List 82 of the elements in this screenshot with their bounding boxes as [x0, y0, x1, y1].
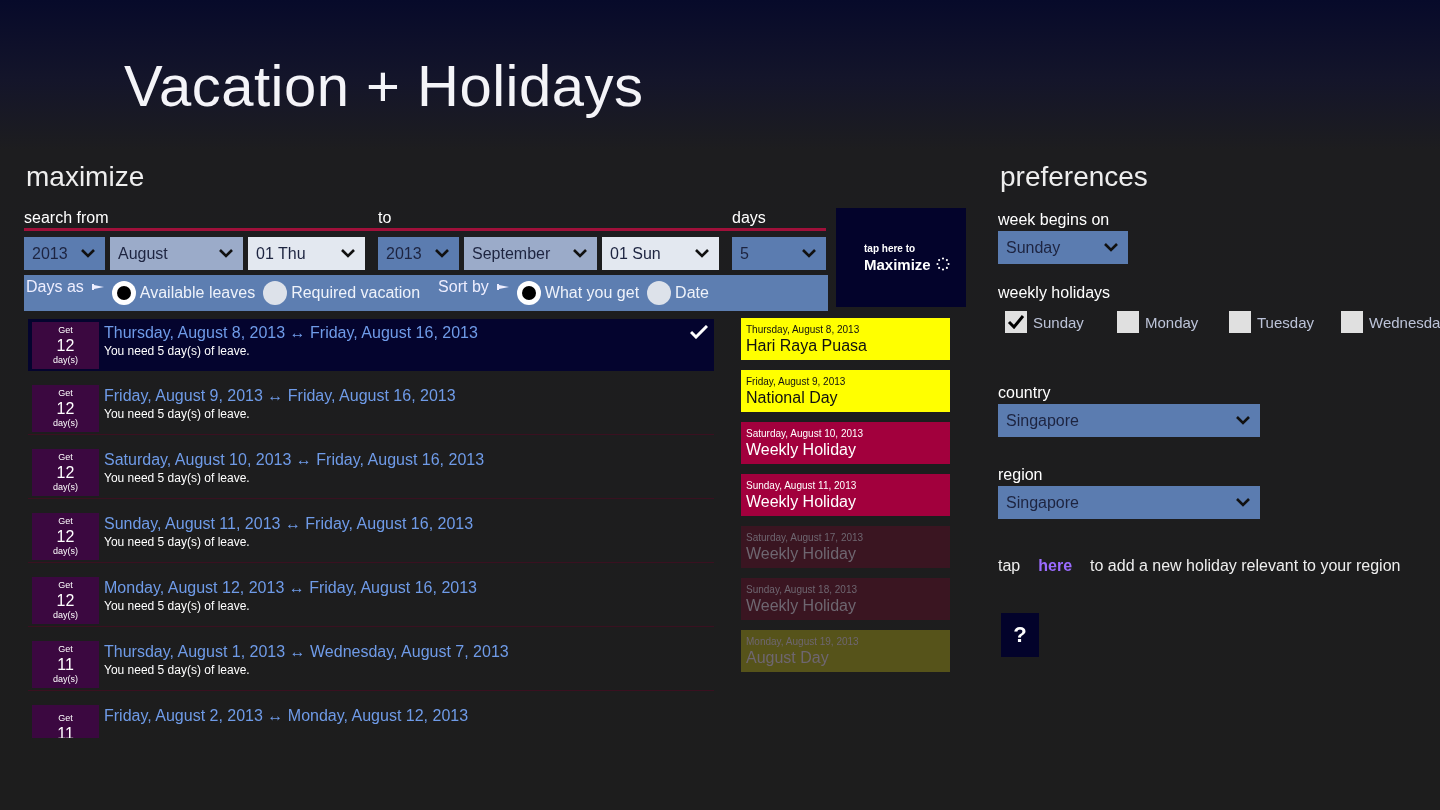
leave-needed: You need 5 day(s) of leave.	[104, 343, 251, 360]
days-badge: Get 12 day(s)	[32, 384, 99, 432]
leave-needed: You need 5 day(s) of leave.	[104, 470, 251, 487]
days-badge: Get 12 day(s)	[32, 448, 99, 496]
field-label: week begins on	[998, 210, 1111, 230]
radio-option[interactable]: What you get	[516, 281, 640, 305]
chevron-down-icon	[695, 249, 709, 258]
maximize-button[interactable]: tap here to Maximize	[836, 208, 966, 307]
spinner-icon	[935, 257, 950, 271]
field-label: region	[998, 465, 1044, 485]
date-range: Thursday, August 1, 2013 ↔ Wednesday, August 7, 2013	[104, 642, 509, 662]
leave-needed: You need 5 day(s) of leave.	[104, 598, 251, 615]
result-row[interactable]: Get 12 day(s) Sunday, August 11, 2013 ↔ Friday, August 16, 2013 You need 5 day(s) of leave.	[28, 510, 714, 563]
dropdown[interactable]: 01 Thu	[248, 237, 365, 270]
chevron-down-icon	[435, 249, 449, 258]
result-row[interactable]: Get 12 day(s) Thursday, August 8, 2013 ↔ Friday, August 16, 2013 You need 5 day(s) of leave.	[28, 319, 714, 371]
option-label: Days as	[26, 278, 84, 296]
field-label: weekly holidays	[998, 283, 1112, 303]
section-heading: maximize	[26, 160, 146, 194]
dropdown[interactable]: 2013	[24, 237, 105, 270]
radio-option[interactable]: Required vacation	[263, 281, 421, 305]
flag-icon	[91, 284, 104, 290]
holiday-card: Sunday, August 18, 2013 Weekly Holiday	[741, 578, 950, 620]
radio-option[interactable]: Date	[647, 281, 709, 305]
date-range: Friday, August 2, 2013 ↔ Monday, August 12, 2013	[104, 706, 469, 726]
dropdown[interactable]: Singapore	[998, 404, 1260, 437]
section-heading: preferences	[1000, 160, 1149, 194]
holiday-card: Monday, August 19, 2013 August Day	[741, 630, 950, 672]
field-label: country	[998, 383, 1052, 403]
leave-needed: You need 5 day(s) of leave.	[104, 534, 251, 551]
days-badge: Get 12 day(s)	[32, 512, 99, 560]
days-badge: Get 12 day(s)	[32, 321, 99, 369]
flag-icon	[496, 284, 509, 290]
leave-needed: You need 5 day(s) of leave.	[104, 662, 251, 679]
date-range: Monday, August 12, 2013 ↔ Friday, August 16, 2013	[104, 578, 477, 598]
chevron-down-icon	[1236, 498, 1250, 507]
check-icon	[690, 325, 708, 339]
tip-text: tap	[998, 557, 1021, 575]
holiday-card: Saturday, August 17, 2013 Weekly Holiday	[741, 526, 950, 568]
option-label: Sort by	[438, 278, 489, 296]
day-checkbox[interactable]: Sunday	[1005, 311, 1117, 333]
day-checkbox[interactable]: Wednesda	[1341, 311, 1440, 333]
help-button[interactable]: ?	[1001, 613, 1039, 657]
dropdown[interactable]: 01 Sun	[602, 237, 719, 270]
date-range: Friday, August 9, 2013 ↔ Friday, August 16, 2013	[104, 386, 456, 406]
field-label: search from	[24, 208, 110, 228]
chevron-down-icon	[1236, 416, 1250, 425]
chevron-down-icon	[573, 249, 587, 258]
dropdown[interactable]: September	[464, 237, 597, 270]
chevron-down-icon	[802, 249, 816, 258]
chevron-down-icon	[219, 249, 233, 258]
holiday-card: Sunday, August 11, 2013 Weekly Holiday	[741, 474, 950, 516]
day-checkbox[interactable]: Tuesday	[1229, 311, 1341, 333]
holiday-card: Saturday, August 10, 2013 Weekly Holiday	[741, 422, 950, 464]
chevron-down-icon	[81, 249, 95, 258]
days-badge: Get 12 day(s)	[32, 576, 99, 624]
result-row[interactable]: Get 12 day(s) Monday, August 12, 2013 ↔ Friday, August 16, 2013 You need 5 day(s) of leave.	[28, 574, 714, 627]
dropdown[interactable]: 2013	[378, 237, 459, 270]
date-range: Thursday, August 8, 2013 ↔ Friday, August 16, 2013	[104, 323, 478, 343]
tip-text: to add a new holiday relevant to your region	[1090, 557, 1401, 575]
holiday-card: Friday, August 9, 2013 National Day	[741, 370, 950, 412]
radio-option[interactable]: Available leaves	[111, 281, 256, 305]
leave-needed: You need 5 day(s) of leave.	[104, 406, 251, 423]
app-title: Vacation + Holidays	[124, 52, 645, 120]
result-row[interactable]: Get 12 day(s) Saturday, August 10, 2013 ↔ Friday, August 16, 2013 You need 5 day(s) of leave.	[28, 446, 714, 499]
check-icon	[1007, 315, 1025, 329]
chevron-down-icon	[1104, 243, 1118, 252]
result-row[interactable]: Get 11 day(s) Thursday, August 1, 2013 ↔ Wednesday, August 7, 2013 You need 5 day(s) of leave.	[28, 638, 714, 691]
dropdown[interactable]: 5	[732, 237, 826, 270]
field-label: to	[378, 208, 393, 228]
day-checkbox[interactable]: Monday	[1117, 311, 1229, 333]
dropdown[interactable]: Sunday	[998, 231, 1128, 264]
days-badge: Get 11 day(s)	[32, 640, 99, 688]
date-range: Sunday, August 11, 2013 ↔ Friday, August 16, 2013	[104, 514, 474, 534]
here-link[interactable]: here	[1038, 557, 1073, 575]
dropdown[interactable]: Singapore	[998, 486, 1260, 519]
date-range: Saturday, August 10, 2013 ↔ Friday, August 16, 2013	[104, 450, 485, 470]
result-row[interactable]: Get 12 day(s) Friday, August 9, 2013 ↔ Friday, August 16, 2013 You need 5 day(s) of leave.	[28, 382, 714, 435]
field-label: days	[732, 208, 767, 228]
chevron-down-icon	[341, 249, 355, 258]
dropdown[interactable]: August	[110, 237, 243, 270]
holiday-card: Thursday, August 8, 2013 Hari Raya Puasa	[741, 318, 950, 360]
